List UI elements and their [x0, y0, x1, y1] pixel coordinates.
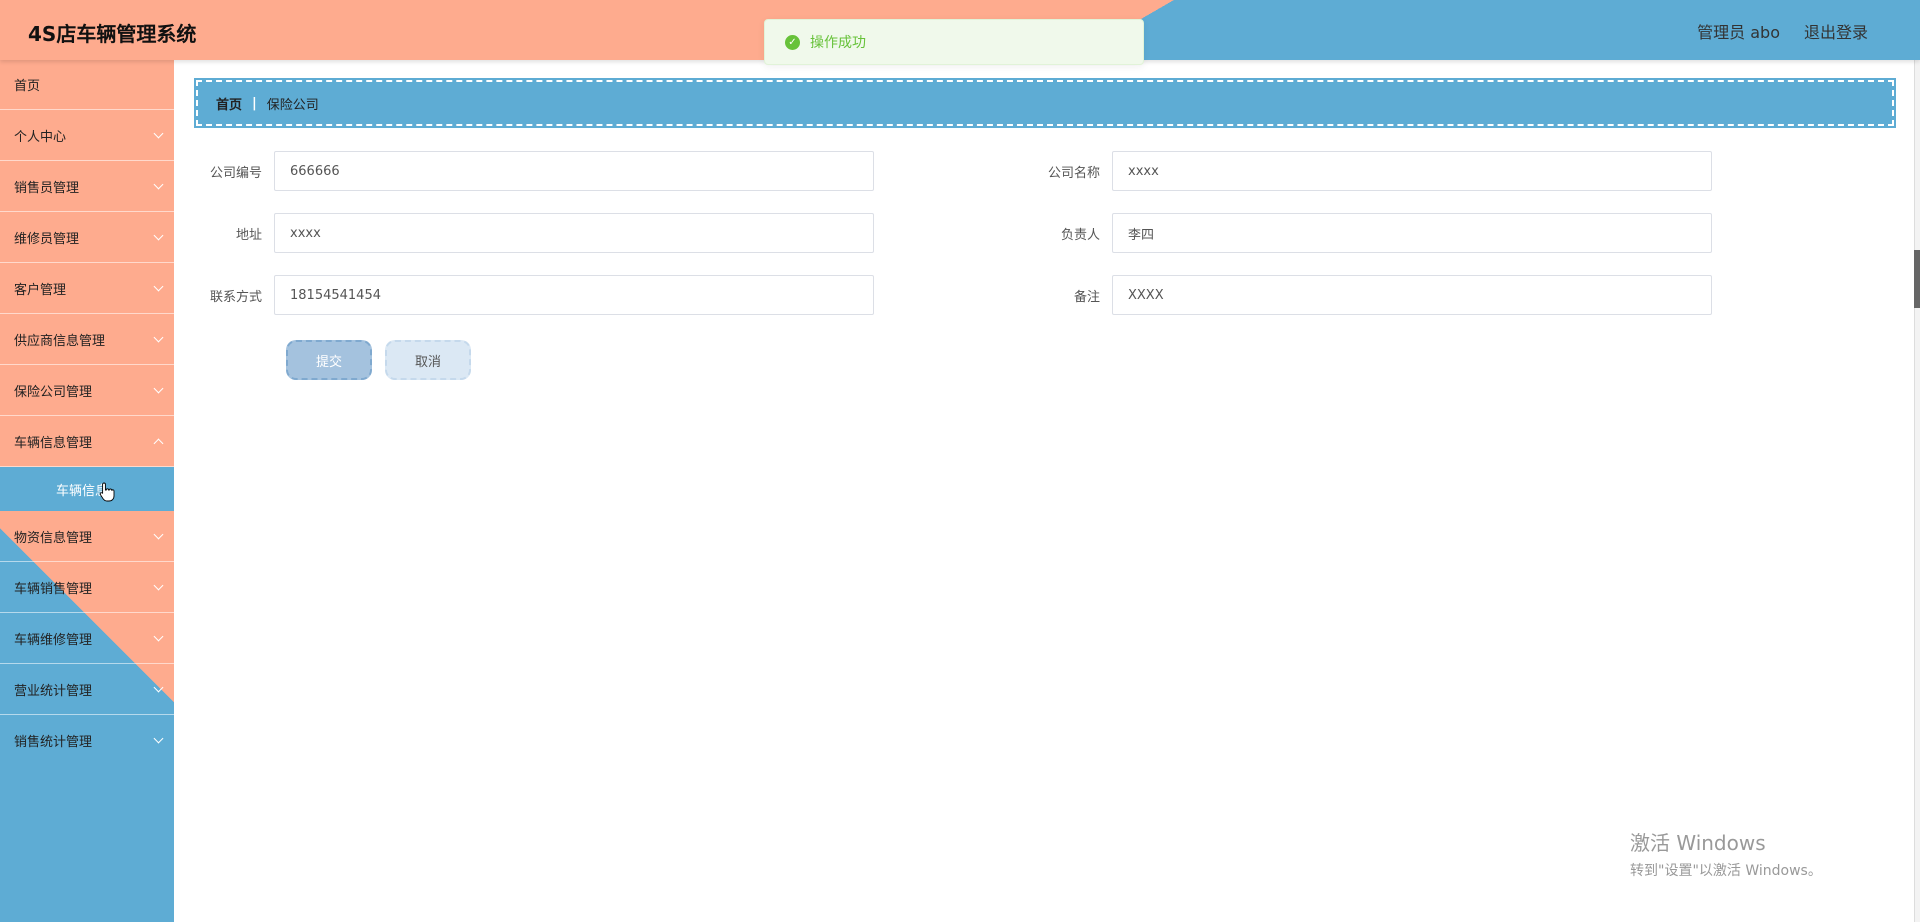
user-name[interactable]: 管理员 abo [1697, 19, 1780, 43]
form-row-company-name: 公司名称 xxxx [1042, 151, 1712, 191]
chevron-down-icon [153, 128, 164, 139]
contact-label: 联系方式 [209, 289, 262, 305]
sidebar-item-label: 个人中心 [14, 129, 67, 145]
remark-label: 备注 [1073, 289, 1100, 305]
form-row-manager: 负责人 李四 [1042, 213, 1712, 253]
chevron-down-icon [153, 682, 164, 693]
sidebar-subitem-vehicle-info[interactable]: 车辆信息 [0, 467, 174, 511]
scrollbar-thumb[interactable] [1914, 250, 1920, 308]
sidebar-item-materials[interactable]: 物资信息管理 [0, 511, 174, 562]
sidebar-item-home[interactable]: 首页 [0, 60, 174, 110]
app-title: 4S店车辆管理系统 [28, 22, 197, 46]
sidebar-item-label: 客户管理 [14, 282, 67, 298]
remark-input[interactable]: XXXX [1112, 275, 1712, 315]
chevron-down-icon [153, 580, 164, 591]
sidebar-item-vehicle-repair[interactable]: 车辆维修管理 [0, 613, 174, 664]
sidebar-item-label: 维修员管理 [14, 231, 80, 247]
manager-label: 负责人 [1060, 227, 1100, 243]
chevron-down-icon [153, 529, 164, 540]
main-content: 首页 | 保险公司 公司编号 666666 公司名称 xxxx 地址 xxxx … [174, 60, 1914, 922]
sidebar-item-label: 车辆维修管理 [14, 632, 93, 648]
sidebar-item-label: 首页 [14, 79, 41, 94]
form-row-contact: 联系方式 18154541454 [204, 275, 874, 315]
sidebar-item-sales-stats[interactable]: 销售统计管理 [0, 715, 174, 766]
sidebar-item-personal-center[interactable]: 个人中心 [0, 110, 174, 161]
success-toast: ✓ 操作成功 [764, 19, 1144, 65]
sidebar-item-label: 营业统计管理 [14, 683, 93, 699]
chevron-up-icon [153, 438, 164, 449]
address-input[interactable]: xxxx [274, 213, 874, 253]
sidebar-item-repairman[interactable]: 维修员管理 [0, 212, 174, 263]
submit-button[interactable]: 提交 [286, 340, 372, 380]
hand-pointer-icon [99, 482, 115, 502]
header-user-area: 管理员 abo 退出登录 [1697, 19, 1868, 43]
chevron-down-icon [153, 332, 164, 343]
company-id-input[interactable]: 666666 [274, 151, 874, 191]
sidebar-item-salesperson[interactable]: 销售员管理 [0, 161, 174, 212]
sidebar-item-label: 车辆销售管理 [14, 581, 93, 597]
chevron-down-icon [153, 631, 164, 642]
sidebar-item-label: 供应商信息管理 [14, 333, 106, 349]
chevron-down-icon [153, 733, 164, 744]
form-row-company-id: 公司编号 666666 [204, 151, 874, 191]
sidebar-item-insurance[interactable]: 保险公司管理 [0, 365, 174, 416]
sidebar-item-label: 车辆信息管理 [14, 435, 93, 451]
contact-input[interactable]: 18154541454 [274, 275, 874, 315]
breadcrumb: 首页 | 保险公司 [194, 78, 1896, 128]
breadcrumb-home[interactable]: 首页 [216, 94, 242, 113]
sidebar-item-vehicle-info[interactable]: 车辆信息管理 [0, 416, 174, 467]
sidebar-item-label: 物资信息管理 [14, 530, 93, 546]
cancel-button[interactable]: 取消 [385, 340, 471, 380]
chevron-down-icon [153, 179, 164, 190]
breadcrumb-current: 保险公司 [266, 97, 319, 113]
breadcrumb-separator: | [252, 95, 257, 111]
sidebar-item-customer[interactable]: 客户管理 [0, 263, 174, 314]
scrollbar[interactable] [1914, 0, 1920, 922]
sidebar-item-business-stats[interactable]: 营业统计管理 [0, 664, 174, 715]
check-circle-icon: ✓ [785, 34, 800, 50]
sidebar-item-vehicle-sales[interactable]: 车辆销售管理 [0, 562, 174, 613]
sidebar-item-label: 销售员管理 [14, 180, 80, 196]
sidebar-item-label: 销售统计管理 [14, 735, 93, 750]
chevron-down-icon [153, 281, 164, 292]
watermark-line2: 转到"设置"以激活 Windows。 [1630, 863, 1822, 879]
watermark-line1: 激活 Windows [1630, 831, 1766, 855]
form-row-address: 地址 xxxx [204, 213, 874, 253]
sidebar: 首页 个人中心 销售员管理 维修员管理 客户管理 供应商信息管理 保险公司管理 … [0, 60, 174, 922]
form-row-remark: 备注 XXXX [1042, 275, 1712, 315]
chevron-down-icon [153, 230, 164, 241]
manager-input[interactable]: 李四 [1112, 213, 1712, 253]
sidebar-item-supplier[interactable]: 供应商信息管理 [0, 314, 174, 365]
sidebar-item-label: 保险公司管理 [14, 384, 93, 400]
company-name-label: 公司名称 [1047, 165, 1100, 181]
chevron-down-icon [153, 383, 164, 394]
toast-message: 操作成功 [810, 35, 866, 51]
company-id-label: 公司编号 [209, 165, 262, 181]
windows-activation-watermark: 激活 Windows 转到"设置"以激活 Windows。 [1630, 827, 1822, 880]
address-label: 地址 [235, 227, 262, 243]
company-name-input[interactable]: xxxx [1112, 151, 1712, 191]
logout-link[interactable]: 退出登录 [1804, 19, 1868, 43]
